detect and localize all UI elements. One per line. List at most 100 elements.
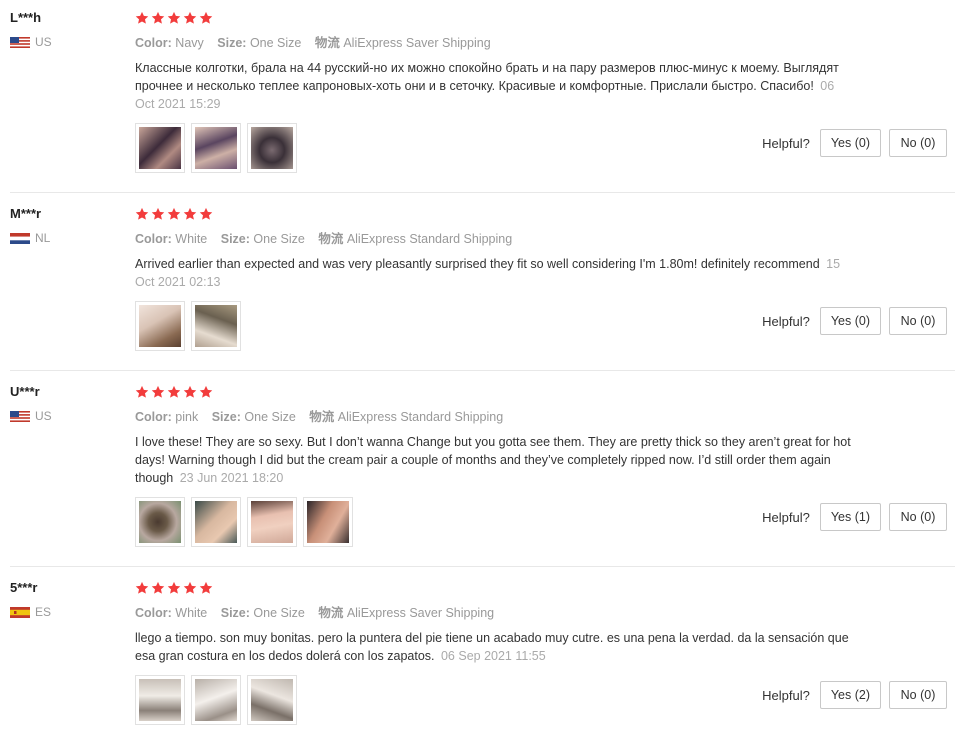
review-item: L***h US Color: Navy Size: One Size 物流 A…	[10, 10, 955, 193]
reviewer-info: L***h US	[10, 10, 120, 49]
review-content: Color: White Size: One Size 物流 AliExpres…	[135, 206, 855, 291]
review-photo[interactable]	[191, 675, 241, 725]
reviewer-country: ES	[10, 605, 120, 619]
helpful-yes-button[interactable]: Yes (2)	[819, 681, 881, 709]
review-photo[interactable]	[135, 675, 185, 725]
helpful-vote: Helpful? Yes (0) No (0)	[762, 307, 947, 335]
star-icon	[167, 11, 181, 24]
review-photos	[135, 675, 297, 725]
reviewer-country: US	[10, 409, 120, 423]
shipping-value: AliExpress Standard Shipping	[346, 232, 513, 246]
country-code: ES	[35, 605, 52, 619]
color-label: Color:	[135, 410, 172, 424]
review-attributes: Color: Navy Size: One Size 物流 AliExpress…	[135, 35, 855, 51]
review-photo[interactable]	[135, 123, 185, 173]
us-flag-icon	[10, 36, 30, 48]
star-icon	[167, 385, 181, 398]
review-body: Arrived earlier than expected and was ve…	[135, 257, 820, 271]
shipping-value: AliExpress Saver Shipping	[346, 606, 495, 620]
star-icon	[199, 385, 213, 398]
review-item: 5***r ES Color: White Size: One Size 物流 …	[10, 580, 955, 740]
review-photo[interactable]	[247, 123, 297, 173]
review-attributes: Color: White Size: One Size 物流 AliExpres…	[135, 605, 855, 621]
size-label: Size:	[211, 410, 241, 424]
nl-flag-icon	[10, 232, 30, 244]
color-value: pink	[175, 410, 199, 424]
reviewer-name: M***r	[10, 206, 42, 221]
review-content: Color: White Size: One Size 物流 AliExpres…	[135, 580, 855, 665]
review-photo[interactable]	[247, 675, 297, 725]
size-label: Size:	[220, 606, 250, 620]
size-value: One Size	[249, 36, 302, 50]
shipping-label: 物流	[309, 410, 335, 424]
review-photo[interactable]	[135, 497, 185, 547]
color-value: White	[175, 606, 208, 620]
shipping-value: AliExpress Saver Shipping	[343, 36, 491, 50]
helpful-yes-button[interactable]: Yes (0)	[819, 129, 881, 157]
review-item: M***r NL Color: White Size: One Size 物流 …	[10, 206, 955, 371]
us-flag-icon	[10, 410, 30, 422]
helpful-no-button[interactable]: No (0)	[889, 307, 947, 335]
review-text: Arrived earlier than expected and was ve…	[135, 255, 855, 291]
review-photo[interactable]	[191, 497, 241, 547]
reviewer-info: 5***r ES	[10, 580, 120, 619]
review-body: Классные колготки, брала на 44 русский-н…	[135, 61, 839, 93]
star-icon	[183, 11, 197, 24]
size-label: Size:	[217, 36, 247, 50]
star-icon	[151, 11, 165, 24]
star-icon	[151, 385, 165, 398]
helpful-vote: Helpful? Yes (1) No (0)	[762, 503, 947, 531]
helpful-label: Helpful?	[762, 313, 810, 329]
review-photo[interactable]	[135, 301, 185, 351]
star-rating	[135, 10, 855, 26]
star-icon	[199, 581, 213, 594]
star-icon	[183, 207, 197, 220]
star-icon	[199, 11, 213, 24]
reviewer-name: L***h	[10, 10, 42, 25]
star-rating	[135, 206, 855, 222]
helpful-vote: Helpful? Yes (2) No (0)	[762, 681, 947, 709]
country-code: US	[35, 409, 52, 423]
reviewer-name: 5***r	[10, 580, 38, 595]
helpful-vote: Helpful? Yes (0) No (0)	[762, 129, 947, 157]
review-photos	[135, 301, 241, 351]
reviewer-country: NL	[10, 231, 120, 245]
review-photo[interactable]	[247, 497, 297, 547]
helpful-no-button[interactable]: No (0)	[889, 503, 947, 531]
review-date: 23 Jun 2021 18:20	[179, 471, 284, 485]
size-label: Size:	[220, 232, 250, 246]
review-item: U***r US Color: pink Size: One Size 物流 A…	[10, 384, 955, 567]
helpful-yes-button[interactable]: Yes (1)	[819, 503, 881, 531]
star-icon	[135, 581, 149, 594]
helpful-label: Helpful?	[762, 687, 810, 703]
helpful-yes-button[interactable]: Yes (0)	[819, 307, 881, 335]
star-icon	[135, 385, 149, 398]
country-code: NL	[35, 231, 51, 245]
star-rating	[135, 580, 855, 596]
helpful-no-button[interactable]: No (0)	[889, 129, 947, 157]
review-content: Color: pink Size: One Size 物流 AliExpress…	[135, 384, 855, 487]
reviewer-name: U***r	[10, 384, 40, 399]
star-rating	[135, 384, 855, 400]
review-photos	[135, 123, 297, 173]
shipping-value: AliExpress Standard Shipping	[337, 410, 504, 424]
review-text: Классные колготки, брала на 44 русский-н…	[135, 59, 855, 113]
shipping-label: 物流	[318, 606, 344, 620]
helpful-label: Helpful?	[762, 135, 810, 151]
review-photo[interactable]	[191, 123, 241, 173]
color-label: Color:	[135, 606, 172, 620]
reviewer-info: M***r NL	[10, 206, 120, 245]
reviewer-country: US	[10, 35, 120, 49]
review-photo[interactable]	[303, 497, 353, 547]
review-photo[interactable]	[191, 301, 241, 351]
reviewer-info: U***r US	[10, 384, 120, 423]
star-icon	[183, 581, 197, 594]
star-icon	[183, 385, 197, 398]
star-icon	[151, 581, 165, 594]
star-icon	[167, 581, 181, 594]
helpful-no-button[interactable]: No (0)	[889, 681, 947, 709]
review-photos	[135, 497, 353, 547]
star-icon	[151, 207, 165, 220]
star-icon	[199, 207, 213, 220]
shipping-label: 物流	[318, 232, 344, 246]
